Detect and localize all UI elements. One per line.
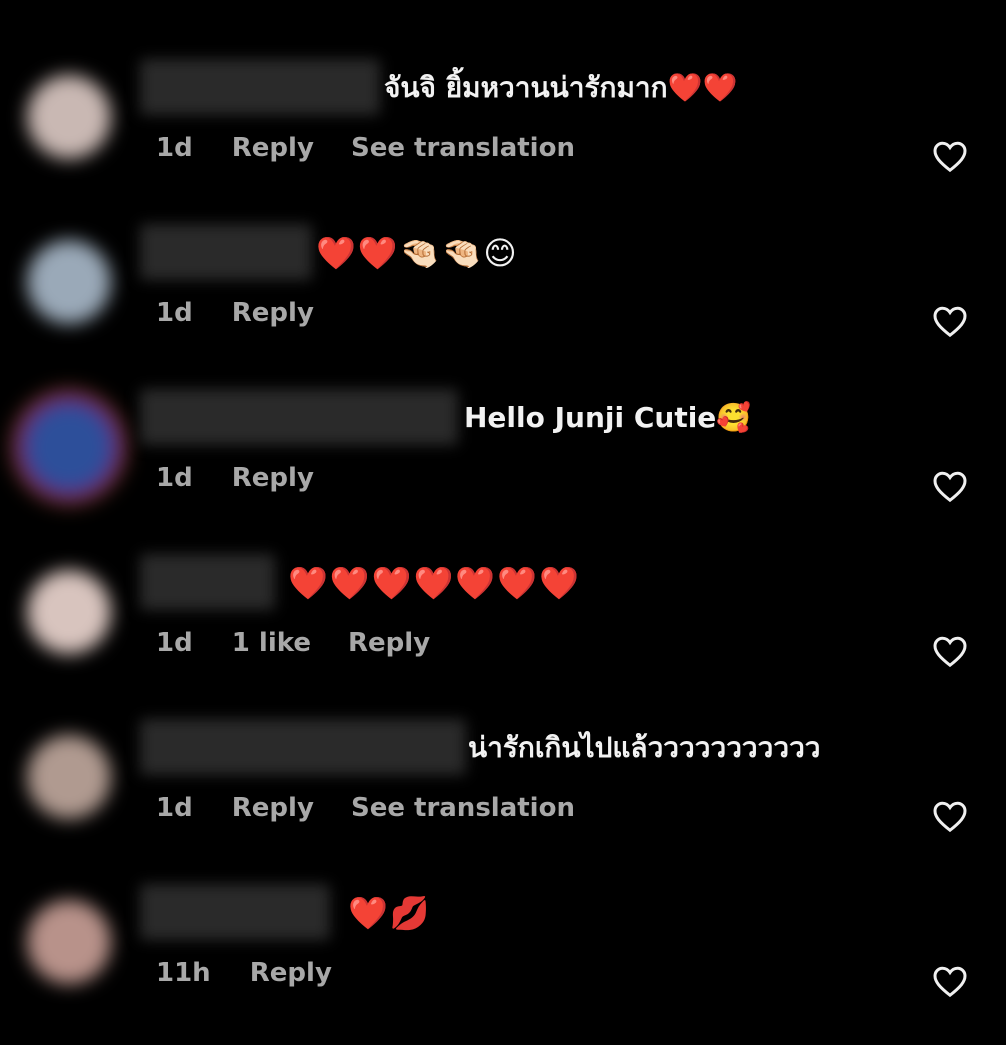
comment-meta: 11h Reply	[156, 956, 360, 990]
comment-time: 11h	[156, 958, 211, 988]
comment-meta: 1d Reply See translation	[156, 131, 603, 165]
comment-text: Hello Junji Cutie🥰	[464, 401, 752, 434]
heart-outline-icon[interactable]	[932, 634, 968, 668]
comment-text: จันจิ ยิ้มหวานน่ารักมาก❤️❤️	[384, 71, 738, 104]
comment-list: จันจิ ยิ้มหวานน่ารักมาก❤️❤️ 1d Reply See…	[0, 0, 1006, 1024]
heart-outline-icon[interactable]	[932, 304, 968, 338]
reply-button[interactable]: Reply	[250, 958, 332, 988]
username-blurred[interactable]	[140, 884, 330, 940]
comment-time: 1d	[156, 298, 193, 328]
heart-outline-icon[interactable]	[932, 799, 968, 833]
comment-text: ❤️💋	[348, 894, 432, 932]
heart-outline-icon[interactable]	[932, 139, 968, 173]
avatar[interactable]	[27, 240, 111, 324]
comment-time: 1d	[156, 463, 193, 493]
username-blurred[interactable]	[140, 224, 312, 280]
username-blurred[interactable]	[140, 59, 380, 115]
avatar[interactable]	[27, 75, 111, 159]
avatar[interactable]	[27, 735, 111, 819]
username-blurred[interactable]	[140, 554, 275, 610]
username-blurred[interactable]	[140, 719, 466, 775]
reply-button[interactable]: Reply	[232, 463, 314, 493]
comment-item: ❤️❤️❤️❤️❤️❤️❤️ 1d 1 like Reply	[0, 550, 1006, 715]
heart-outline-icon[interactable]	[932, 964, 968, 998]
username-blurred[interactable]	[140, 389, 458, 445]
comment-time: 1d	[156, 793, 193, 823]
avatar[interactable]	[27, 405, 111, 489]
comment-item: Hello Junji Cutie🥰 1d Reply	[0, 385, 1006, 550]
reply-button[interactable]: Reply	[232, 793, 314, 823]
heart-outline-icon[interactable]	[932, 469, 968, 503]
comment-item: ❤️❤️🤏🏻🤏🏻😊 1d Reply	[0, 220, 1006, 385]
comment-meta: 1d Reply See translation	[156, 791, 603, 825]
comment-time: 1d	[156, 133, 193, 163]
see-translation-button[interactable]: See translation	[351, 793, 575, 823]
comment-text: ❤️❤️❤️❤️❤️❤️❤️	[288, 564, 581, 602]
likes-count-button[interactable]: 1 like	[232, 628, 311, 658]
comment-item: ❤️💋 11h Reply	[0, 880, 1006, 1045]
comment-item: น่ารักเกินไปแล้ววววววววววว 1d Reply See …	[0, 715, 1006, 880]
reply-button[interactable]: Reply	[232, 298, 314, 328]
comment-item: จันจิ ยิ้มหวานน่ารักมาก❤️❤️ 1d Reply See…	[0, 55, 1006, 220]
comment-text: ❤️❤️🤏🏻🤏🏻😊	[316, 234, 519, 272]
comment-time: 1d	[156, 628, 193, 658]
comment-meta: 1d Reply	[156, 296, 342, 330]
avatar[interactable]	[27, 900, 111, 984]
reply-button[interactable]: Reply	[232, 133, 314, 163]
comment-meta: 1d 1 like Reply	[156, 626, 458, 660]
avatar[interactable]	[27, 570, 111, 654]
comment-meta: 1d Reply	[156, 461, 342, 495]
see-translation-button[interactable]: See translation	[351, 133, 575, 163]
reply-button[interactable]: Reply	[348, 628, 430, 658]
comment-text: น่ารักเกินไปแล้ววววววววววว	[468, 731, 821, 764]
